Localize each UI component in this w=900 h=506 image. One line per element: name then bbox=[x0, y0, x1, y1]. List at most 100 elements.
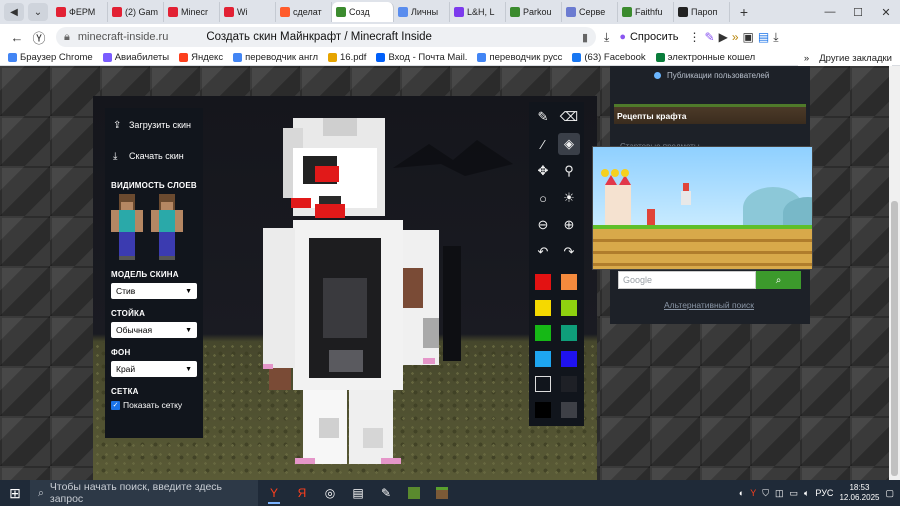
bookmark-icon[interactable]: ▮ bbox=[582, 31, 588, 44]
color-swatch[interactable] bbox=[561, 376, 577, 392]
background-select[interactable]: Край ▼ bbox=[111, 361, 197, 377]
stamp-icon[interactable]: ⚲ bbox=[558, 160, 580, 182]
crafting-recipes-link[interactable]: Рецепты крафта bbox=[614, 104, 806, 124]
move-icon[interactable]: ✥ bbox=[532, 160, 554, 182]
browser-tab[interactable]: Minecr bbox=[164, 2, 220, 22]
show-grid-checkbox[interactable]: ✓ Показать сетку bbox=[111, 400, 197, 410]
game-video-overlay[interactable] bbox=[592, 146, 813, 270]
app-tray-icon[interactable]: ◐ bbox=[739, 488, 744, 498]
other-bookmarks[interactable]: Другие закладки bbox=[819, 53, 892, 64]
model-select[interactable]: Стив ▼ bbox=[111, 283, 197, 299]
tab-list-chevron-icon[interactable]: ⌄ bbox=[28, 3, 48, 21]
eraser-icon[interactable]: ⌫ bbox=[558, 106, 580, 128]
browser-tab[interactable]: Личны bbox=[394, 2, 450, 22]
pictures-icon[interactable]: ▤ bbox=[346, 482, 370, 504]
user-posts-link[interactable]: Публикации пользователей bbox=[654, 71, 769, 80]
bookmark-item[interactable]: Браузер Chrome bbox=[8, 52, 93, 63]
brightness-icon[interactable]: ☀ bbox=[558, 187, 580, 209]
pencil-icon[interactable]: ✎ bbox=[532, 106, 554, 128]
eyedropper-icon[interactable]: ⁄ bbox=[532, 133, 554, 155]
download-skin-button[interactable]: ⤓ Скачать скин bbox=[111, 145, 197, 167]
bookmarks-more[interactable]: » bbox=[804, 53, 809, 64]
clock[interactable]: 18:53 12.06.2025 bbox=[839, 483, 879, 503]
yandex-tray-icon[interactable]: Y bbox=[750, 488, 756, 498]
volume-icon[interactable]: 🔈︎ bbox=[804, 488, 809, 499]
layer-base-toggle[interactable] bbox=[111, 194, 143, 262]
color-swatch[interactable] bbox=[535, 401, 551, 418]
chevrons-icon[interactable]: » bbox=[732, 30, 739, 44]
google-search-input[interactable]: Google bbox=[618, 271, 756, 289]
minimize-icon[interactable]: — bbox=[816, 0, 844, 24]
extensions-icon[interactable]: ▣ bbox=[743, 30, 754, 44]
color-swatch[interactable] bbox=[561, 299, 577, 316]
browser-tab[interactable]: Wi bbox=[220, 2, 276, 22]
app-swirl-icon[interactable]: ◎ bbox=[318, 482, 342, 504]
browser-tab[interactable]: Parkou bbox=[506, 2, 562, 22]
taskbar-search[interactable]: ⌕ Чтобы начать поиск, введите здесь запр… bbox=[30, 480, 258, 506]
network-icon[interactable]: ◫ bbox=[775, 488, 784, 499]
ask-button[interactable]: ● Спросить bbox=[613, 31, 684, 43]
bookmark-item[interactable]: переводчик русс bbox=[477, 52, 562, 63]
browser-tab[interactable]: сделат bbox=[276, 2, 332, 22]
color-swatch[interactable] bbox=[561, 350, 577, 367]
alt-search-link[interactable]: Альтернативный поиск bbox=[664, 300, 754, 310]
download-icon[interactable]: ⤓ bbox=[604, 30, 609, 45]
browser-tab[interactable]: L&H, L bbox=[450, 2, 506, 22]
play-icon[interactable]: ▶ bbox=[719, 30, 728, 44]
yandex-account-icon[interactable]: Ⓨ bbox=[28, 26, 50, 48]
color-swatch[interactable] bbox=[561, 274, 577, 290]
downloads-count-icon[interactable]: ⤓ bbox=[773, 30, 778, 45]
zoom-out-icon[interactable]: ⊖ bbox=[532, 214, 554, 236]
page-scrollbar[interactable] bbox=[889, 66, 900, 480]
undo-icon[interactable]: ↶ bbox=[532, 241, 554, 263]
color-swatch[interactable] bbox=[561, 401, 577, 418]
bookmark-item[interactable]: (63) Facebook bbox=[572, 52, 646, 63]
color-swatch[interactable] bbox=[535, 274, 551, 290]
close-icon[interactable]: ✕ bbox=[872, 0, 900, 24]
browser-tab[interactable]: Созд bbox=[332, 2, 394, 22]
redo-icon[interactable]: ↷ bbox=[558, 241, 580, 263]
color-swatch[interactable] bbox=[535, 376, 551, 392]
pen-icon[interactable]: ✎ bbox=[705, 30, 715, 44]
dot-brush-icon[interactable]: ○ bbox=[532, 187, 554, 209]
search-button[interactable]: ⌕ bbox=[756, 271, 801, 289]
bookmark-item[interactable]: 16.pdf bbox=[328, 52, 366, 63]
stance-select[interactable]: Обычная ▼ bbox=[111, 322, 197, 338]
browser-tab[interactable]: (2) Gam bbox=[108, 2, 164, 22]
bookmark-item[interactable]: переводчик англ bbox=[233, 52, 318, 63]
browser-tab[interactable]: Faithfu bbox=[618, 2, 674, 22]
upload-skin-button[interactable]: ⇪ Загрузить скин bbox=[111, 114, 197, 136]
color-swatch[interactable] bbox=[535, 299, 551, 316]
bookmark-item[interactable]: Авиабилеты bbox=[102, 52, 169, 63]
fill-bucket-icon[interactable]: ◈ bbox=[558, 133, 580, 155]
color-swatch[interactable] bbox=[535, 350, 551, 367]
bookmark-item[interactable]: Вход - Почта Mail. bbox=[376, 52, 467, 63]
battery-icon[interactable]: ▭ bbox=[789, 488, 798, 499]
bookmark-item[interactable]: электронные кошел bbox=[655, 52, 755, 63]
windows-start-icon[interactable]: ⊞ bbox=[0, 480, 30, 506]
shield-icon[interactable]: ⛉ bbox=[762, 488, 769, 499]
color-swatch[interactable] bbox=[561, 325, 577, 341]
bookmark-item[interactable]: Яндекс bbox=[179, 52, 223, 63]
browser-tab[interactable]: Серве bbox=[562, 2, 618, 22]
browser-tab[interactable]: ФЕРМ bbox=[52, 2, 108, 22]
paint-icon[interactable]: ✎ bbox=[374, 482, 398, 504]
zoom-in-icon[interactable]: ⊕ bbox=[558, 214, 580, 236]
language-indicator[interactable]: РУС bbox=[815, 488, 833, 498]
color-swatch[interactable] bbox=[535, 325, 551, 341]
menu-dots-icon[interactable]: ⋮ bbox=[689, 30, 701, 44]
omnibox[interactable]: 🔒︎ minecraft-inside.ru Создать скин Майн… bbox=[56, 27, 596, 47]
tab-audio-icon[interactable]: ◀ bbox=[4, 3, 24, 21]
minecraft-icon[interactable] bbox=[430, 482, 454, 504]
skin-character-model[interactable] bbox=[263, 118, 443, 468]
minecraft-launcher-icon[interactable] bbox=[402, 482, 426, 504]
layer-overlay-toggle[interactable] bbox=[151, 194, 183, 262]
scrollbar-thumb[interactable] bbox=[891, 201, 898, 476]
new-tab-button[interactable]: + bbox=[734, 3, 754, 21]
translate-icon[interactable]: ▤ bbox=[758, 30, 769, 44]
notifications-icon[interactable]: ▢ bbox=[885, 488, 894, 499]
browser-tab[interactable]: Пароп bbox=[674, 2, 730, 22]
yandex-icon[interactable]: Я bbox=[290, 482, 314, 504]
maximize-icon[interactable]: ☐ bbox=[844, 0, 872, 24]
back-icon[interactable]: ← bbox=[6, 26, 28, 48]
